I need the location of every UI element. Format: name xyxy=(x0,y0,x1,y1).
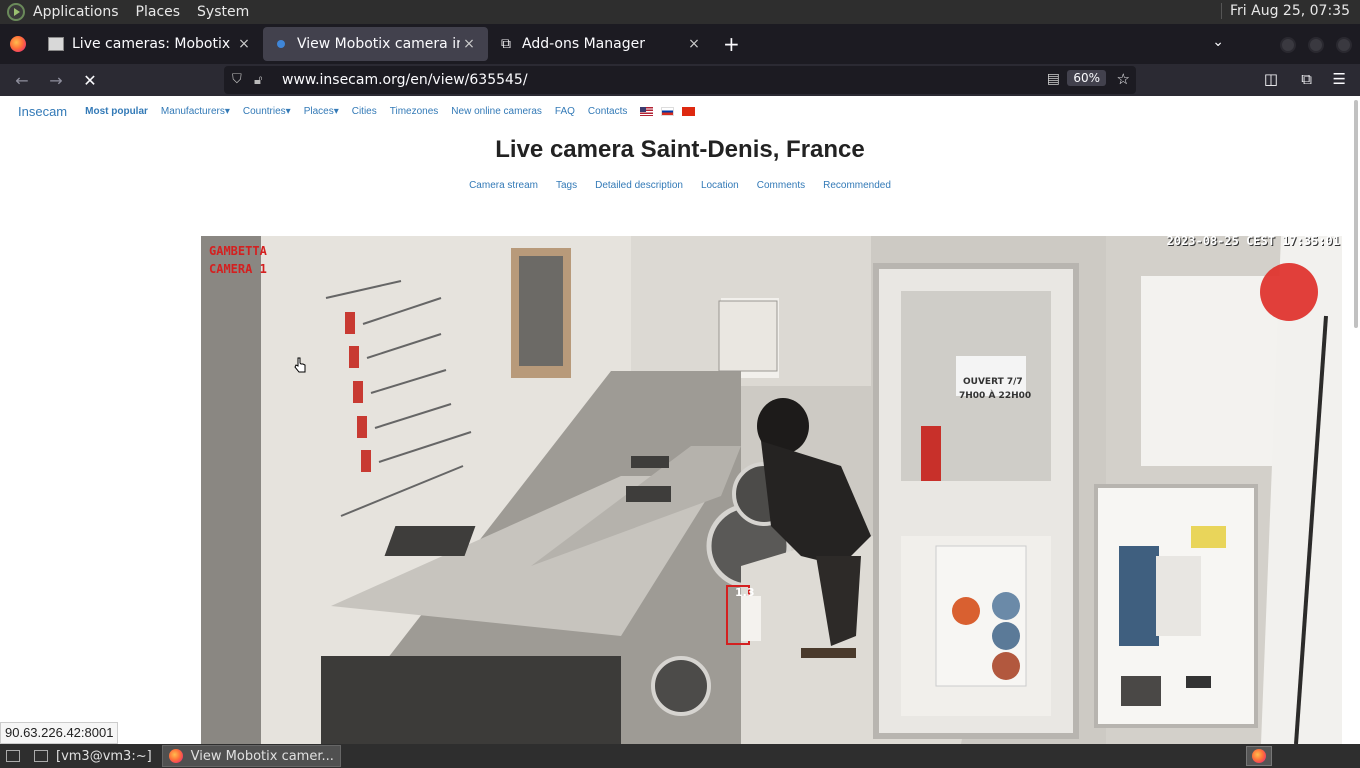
ru-flag-icon[interactable] xyxy=(661,107,675,116)
stop-loading-icon[interactable]: ✕ xyxy=(78,68,102,92)
nav-cities[interactable]: Cities xyxy=(352,106,377,117)
site-navigation: Insecam Most popular Manufacturers▾ Coun… xyxy=(18,104,703,119)
new-tab-button[interactable]: + xyxy=(723,32,740,56)
tab-view-camera[interactable]: View Mobotix camera in Fra × xyxy=(263,27,488,61)
address-bar[interactable]: ⛉ 🔓︎ www.insecam.org/en/view/635545/ ▤ 6… xyxy=(224,66,1136,94)
recording-indicator-icon xyxy=(1260,263,1318,321)
link-status-bar: 90.63.226.42:8001 xyxy=(0,722,119,744)
nav-manufacturers[interactable]: Manufacturers▾ xyxy=(161,106,230,117)
close-window-icon[interactable] xyxy=(1336,37,1352,53)
camera-name-line-2: CAMERA 1 xyxy=(209,262,267,276)
insecure-lock-icon[interactable]: 🔓︎ xyxy=(254,73,268,88)
tab-label: Add-ons Manager xyxy=(522,36,645,52)
page-title: Live camera Saint-Denis, France xyxy=(495,136,865,163)
hamburger-menu-icon[interactable]: ☰ xyxy=(1333,70,1346,88)
subnav-camera-stream[interactable]: Camera stream xyxy=(469,180,538,191)
subnav-recommended[interactable]: Recommended xyxy=(823,180,891,191)
list-all-tabs-icon[interactable]: ⌄ xyxy=(1212,34,1224,50)
minimize-window-icon[interactable] xyxy=(1280,37,1296,53)
tray-firefox-icon[interactable] xyxy=(1246,746,1272,766)
door-sign-line-1: OUVERT 7/7 xyxy=(963,377,1023,387)
camera-subnav: Camera stream Tags Detailed description … xyxy=(0,180,1360,191)
top-panel: Applications Places System Fri Aug 25, 0… xyxy=(0,0,1360,24)
subnav-detailed-description[interactable]: Detailed description xyxy=(595,180,683,191)
taskbar-terminal-label: [vm3@vm3:~] xyxy=(56,748,152,764)
camera-stream-image[interactable]: OUVERT 7/7 7H00 À 22H00 GAMBETTA CAMERA … xyxy=(201,236,1342,744)
nav-countries[interactable]: Countries▾ xyxy=(243,106,291,117)
navigation-bar: ← → ✕ ⛉ 🔓︎ www.insecam.org/en/view/63554… xyxy=(0,64,1360,96)
nav-places[interactable]: Places▾ xyxy=(304,106,339,117)
show-desktop-icon[interactable] xyxy=(6,750,20,762)
mobotix-favicon-icon xyxy=(48,36,64,52)
puzzle-icon: ⧉ xyxy=(501,36,511,52)
loading-favicon-icon xyxy=(273,36,289,52)
terminal-icon xyxy=(34,750,48,762)
us-flag-icon[interactable] xyxy=(640,107,654,116)
tab-addons-manager[interactable]: ⧉ Add-ons Manager × xyxy=(488,27,713,61)
page-scrollbar[interactable] xyxy=(1354,100,1358,328)
tab-label: Live cameras: Mobotix xyxy=(72,36,231,52)
zoom-level-button[interactable]: 60% xyxy=(1067,70,1106,86)
nav-contacts[interactable]: Contacts xyxy=(588,106,627,117)
door-sign-line-2: 7H00 À 22H00 xyxy=(959,389,1031,401)
places-menu[interactable]: Places xyxy=(136,4,181,20)
applications-menu[interactable]: Applications xyxy=(33,4,119,20)
nav-most-popular[interactable]: Most popular xyxy=(85,106,148,117)
web-page: Insecam Most popular Manufacturers▾ Coun… xyxy=(0,96,1360,744)
tab-label: View Mobotix camera in Fra xyxy=(297,36,460,52)
taskbar: [vm3@vm3:~] View Mobotix camer... xyxy=(0,744,1360,768)
pocket-icon[interactable]: ◫ xyxy=(1264,70,1278,88)
tab-strip: Live cameras: Mobotix × View Mobotix cam… xyxy=(0,24,1360,64)
close-tab-icon[interactable]: × xyxy=(460,36,478,52)
bookmark-star-icon[interactable]: ☆ xyxy=(1117,70,1130,88)
detection-box-label: 1.3 xyxy=(735,586,755,599)
taskbar-firefox[interactable]: View Mobotix camer... xyxy=(161,745,341,767)
laundromat-scene: OUVERT 7/7 7H00 À 22H00 xyxy=(201,236,1342,744)
extensions-icon[interactable]: ⧉ xyxy=(1301,70,1312,88)
taskbar-terminal[interactable]: [vm3@vm3:~] xyxy=(28,745,158,767)
subnav-tags[interactable]: Tags xyxy=(556,180,577,191)
tab-live-cameras[interactable]: Live cameras: Mobotix × xyxy=(38,27,263,61)
back-arrow-icon[interactable]: ← xyxy=(10,68,34,92)
camera-name-line-1: GAMBETTA xyxy=(209,244,267,258)
camera-timestamp: 2023-08-25 CEST 17:35:01 xyxy=(1166,236,1340,248)
clock[interactable]: Fri Aug 25, 07:35 xyxy=(1221,3,1350,19)
close-tab-icon[interactable]: × xyxy=(685,36,703,52)
close-tab-icon[interactable]: × xyxy=(235,36,253,52)
tracking-shield-icon[interactable]: ⛉ xyxy=(232,72,246,88)
site-brand-link[interactable]: Insecam xyxy=(18,104,67,119)
subnav-location[interactable]: Location xyxy=(701,180,739,191)
nav-timezones[interactable]: Timezones xyxy=(390,106,439,117)
distro-logo-icon[interactable] xyxy=(7,3,25,21)
system-menu[interactable]: System xyxy=(197,4,249,20)
hand-cursor-icon xyxy=(294,357,306,373)
maximize-window-icon[interactable] xyxy=(1308,37,1324,53)
nav-new-online-cameras[interactable]: New online cameras xyxy=(451,106,542,117)
forward-arrow-icon[interactable]: → xyxy=(44,68,68,92)
taskbar-firefox-label: View Mobotix camer... xyxy=(190,748,334,764)
subnav-comments[interactable]: Comments xyxy=(757,180,805,191)
cn-flag-icon[interactable] xyxy=(682,107,696,116)
reader-view-icon[interactable]: ▤ xyxy=(1047,71,1060,87)
firefox-menu-icon[interactable] xyxy=(10,36,26,52)
firefox-icon xyxy=(168,749,183,763)
nav-faq[interactable]: FAQ xyxy=(555,106,575,117)
url-text[interactable]: www.insecam.org/en/view/635545/ xyxy=(282,72,528,88)
camera-name-overlay: GAMBETTA CAMERA 1 xyxy=(209,242,267,278)
